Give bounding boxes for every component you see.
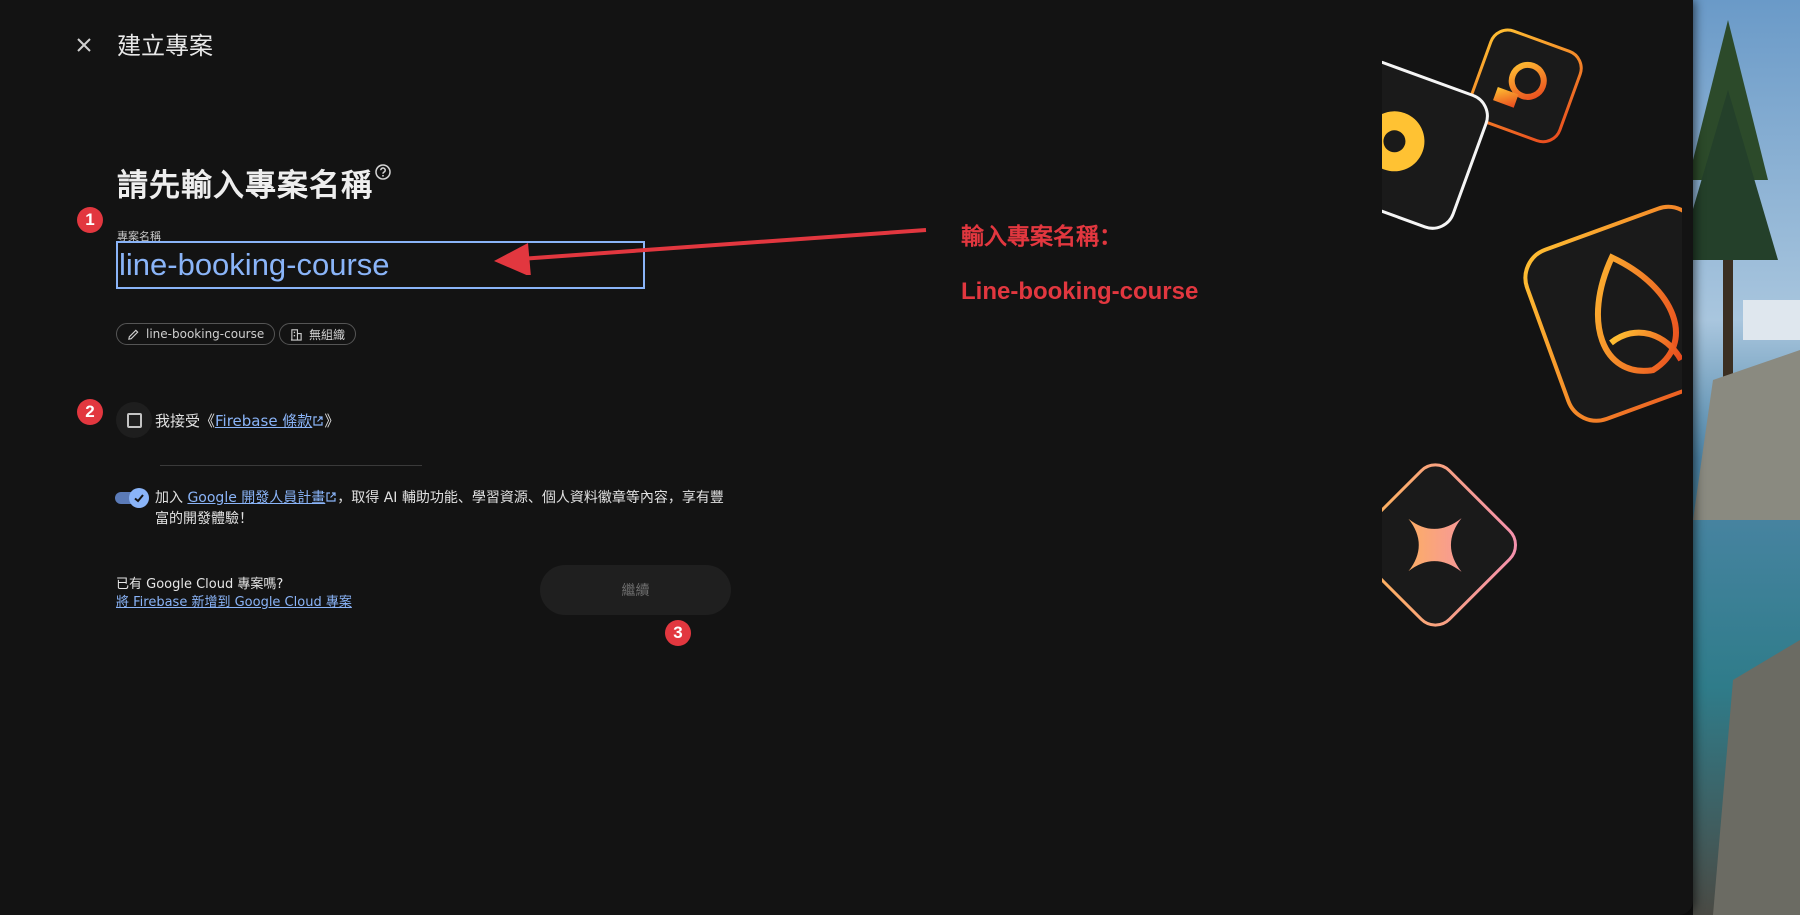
checkbox-box (126, 412, 142, 428)
page-title: 請先輸入專案名稱 (117, 168, 373, 204)
existing-project-question: 已有 Google Cloud 專案嗎? (116, 577, 284, 592)
pencil-icon (128, 329, 139, 340)
annotation-value: Line-booking-course (961, 278, 1199, 305)
developer-program-link[interactable]: Google 開發人員計畫 (187, 490, 325, 506)
annotation-arrow (494, 228, 927, 275)
annotation-title: 輸入專案名稱： (961, 224, 1122, 250)
step-badge-3: 3 (665, 620, 691, 646)
terms-suffix: 》 (324, 412, 340, 430)
organization-text: 無組織 (309, 327, 346, 342)
program-prefix: 加入 (155, 490, 188, 506)
building-icon (290, 328, 302, 341)
step-badge-1: 1 (77, 207, 103, 233)
app-title: 建立專案 (117, 32, 213, 60)
add-firebase-to-gcp-link[interactable]: 將 Firebase 新增到 Google Cloud 專案 (116, 595, 352, 610)
check-icon (129, 488, 149, 508)
organization-chip[interactable]: 無組織 (279, 323, 357, 345)
divider (160, 465, 422, 466)
help-icon[interactable] (374, 163, 392, 181)
external-link-icon (326, 492, 336, 502)
project-id-text: line-booking-course (146, 327, 265, 341)
project-id-chip[interactable]: line-booking-course (116, 323, 276, 345)
developer-program-toggle[interactable] (115, 487, 149, 508)
continue-button[interactable]: 繼續 (540, 565, 731, 615)
terms-text: 我接受《Firebase 條款》 (155, 410, 339, 431)
terms-checkbox[interactable] (116, 402, 152, 438)
terms-prefix: 我接受《 (155, 412, 216, 430)
close-icon[interactable] (72, 33, 96, 57)
firebase-terms-link[interactable]: Firebase 條款 (215, 412, 312, 430)
step-badge-2: 2 (77, 399, 103, 425)
desktop-backdrop (1693, 0, 1800, 915)
external-link-icon (313, 416, 323, 426)
developer-program-text: 加入 Google 開發人員計畫 ，取得 AI 輔助功能、學習資源、個人資料徽章等… (155, 488, 735, 530)
create-project-window: 建立專案 請先輸入專案名稱 1 專案名稱 line-booking-course… (0, 0, 1693, 915)
decorative-illustration (1382, 0, 1682, 700)
